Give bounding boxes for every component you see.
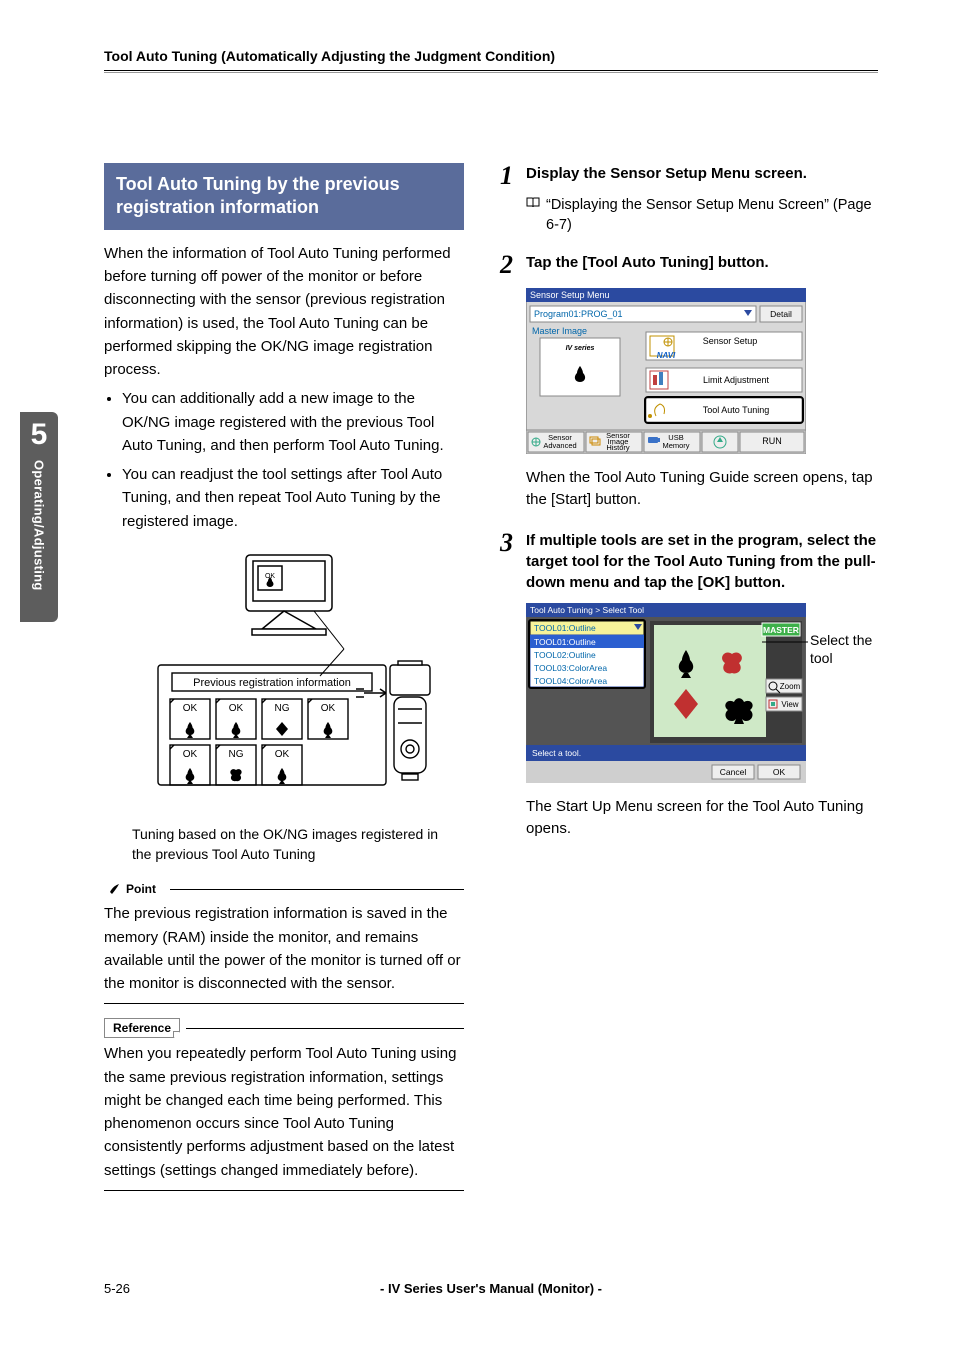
svg-text:NAVI: NAVI [657, 351, 676, 360]
svg-text:TOOL03:ColorArea: TOOL03:ColorArea [534, 663, 607, 673]
section-subhead: Tool Auto Tuning by the previous registr… [104, 163, 464, 230]
svg-text:View: View [781, 700, 798, 709]
footer-title: - IV Series User's Manual (Monitor) - [164, 1281, 818, 1296]
svg-text:Zoom: Zoom [780, 682, 801, 691]
svg-text:OK: OK [229, 703, 244, 714]
chapter-tab: 5 Operating/Adjusting [20, 412, 58, 622]
screenshot-select-tool: Tool Auto Tuning > Select Tool TOOL01:Ou… [526, 603, 806, 788]
svg-text:TOOL01:Outline: TOOL01:Outline [534, 623, 596, 633]
diagram-caption: Tuning based on the OK/NG images registe… [132, 824, 454, 865]
callout-select-tool: Select the tool [810, 631, 880, 667]
intro-paragraph: When the information of Tool Auto Tuning… [104, 242, 464, 382]
svg-text:Select a tool.: Select a tool. [532, 748, 581, 758]
list-item: You can additionally add a new image to … [122, 387, 464, 457]
screenshot-sensor-setup: Sensor Setup Menu Program01:PROG_01 Deta… [526, 288, 806, 459]
step-body-text: When the Tool Auto Tuning Guide screen o… [526, 467, 880, 512]
svg-text:TOOL01:Outline: TOOL01:Outline [534, 637, 596, 647]
reference-note: When you repeatedly perform Tool Auto Tu… [104, 1042, 464, 1191]
step-number: 1 [500, 163, 520, 189]
svg-text:Program01:PROG_01: Program01:PROG_01 [534, 309, 623, 319]
svg-text:IV series: IV series [566, 345, 595, 352]
chapter-label: Operating/Adjusting [32, 460, 47, 591]
svg-text:MASTER: MASTER [763, 625, 799, 635]
svg-text:Cancel: Cancel [720, 767, 747, 777]
point-label: Point [104, 880, 164, 898]
chapter-number: 5 [31, 420, 48, 450]
svg-text:Limit Adjustment: Limit Adjustment [703, 375, 770, 385]
page-number: 5-26 [104, 1281, 164, 1296]
cross-reference: “Displaying the Sensor Setup Menu Screen… [526, 195, 880, 236]
diagram-box-label: Previous registration information [193, 677, 351, 689]
step-title: Display the Sensor Setup Menu screen. [526, 163, 807, 184]
list-item: You can readjust the tool settings after… [122, 463, 464, 533]
book-icon [526, 197, 540, 209]
svg-text:Master Image: Master Image [532, 326, 587, 336]
rule [170, 889, 464, 890]
svg-text:OK: OK [321, 703, 336, 714]
svg-text:OK: OK [183, 749, 198, 760]
running-header: Tool Auto Tuning (Automatically Adjustin… [104, 48, 878, 64]
svg-text:Sensor Setup Menu: Sensor Setup Menu [530, 290, 610, 300]
svg-text:OK: OK [773, 767, 786, 777]
rule [186, 1028, 464, 1029]
svg-text:TOOL02:Outline: TOOL02:Outline [534, 650, 596, 660]
svg-text:NG: NG [275, 703, 290, 714]
diagram: OK [134, 549, 434, 814]
svg-text:NG: NG [229, 749, 244, 760]
svg-text:OK: OK [275, 749, 290, 760]
header-rule [104, 70, 878, 73]
reference-label: Reference [104, 1018, 180, 1038]
step-body-text: The Start Up Menu screen for the Tool Au… [526, 796, 880, 841]
svg-text:Memory: Memory [662, 441, 689, 450]
svg-text:RUN: RUN [762, 436, 782, 446]
bullet-list: You can additionally add a new image to … [104, 387, 464, 533]
step-number: 2 [500, 252, 520, 278]
svg-text:Detail: Detail [770, 309, 792, 319]
step-number: 3 [500, 530, 520, 556]
svg-text:Tool Auto Tuning > Select Tool: Tool Auto Tuning > Select Tool [530, 605, 644, 615]
svg-text:Sensor Setup: Sensor Setup [703, 336, 758, 346]
svg-text:TOOL04:ColorArea: TOOL04:ColorArea [534, 676, 607, 686]
svg-text:Tool Auto Tuning: Tool Auto Tuning [703, 405, 770, 415]
svg-text:History: History [606, 443, 630, 452]
svg-text:Advanced: Advanced [543, 441, 576, 450]
svg-text:OK: OK [183, 703, 198, 714]
step-title: If multiple tools are set in the program… [526, 530, 880, 593]
page-footer: 5-26 - IV Series User's Manual (Monitor)… [104, 1281, 878, 1296]
step-title: Tap the [Tool Auto Tuning] button. [526, 252, 769, 273]
point-note: The previous registration information is… [104, 902, 464, 1004]
